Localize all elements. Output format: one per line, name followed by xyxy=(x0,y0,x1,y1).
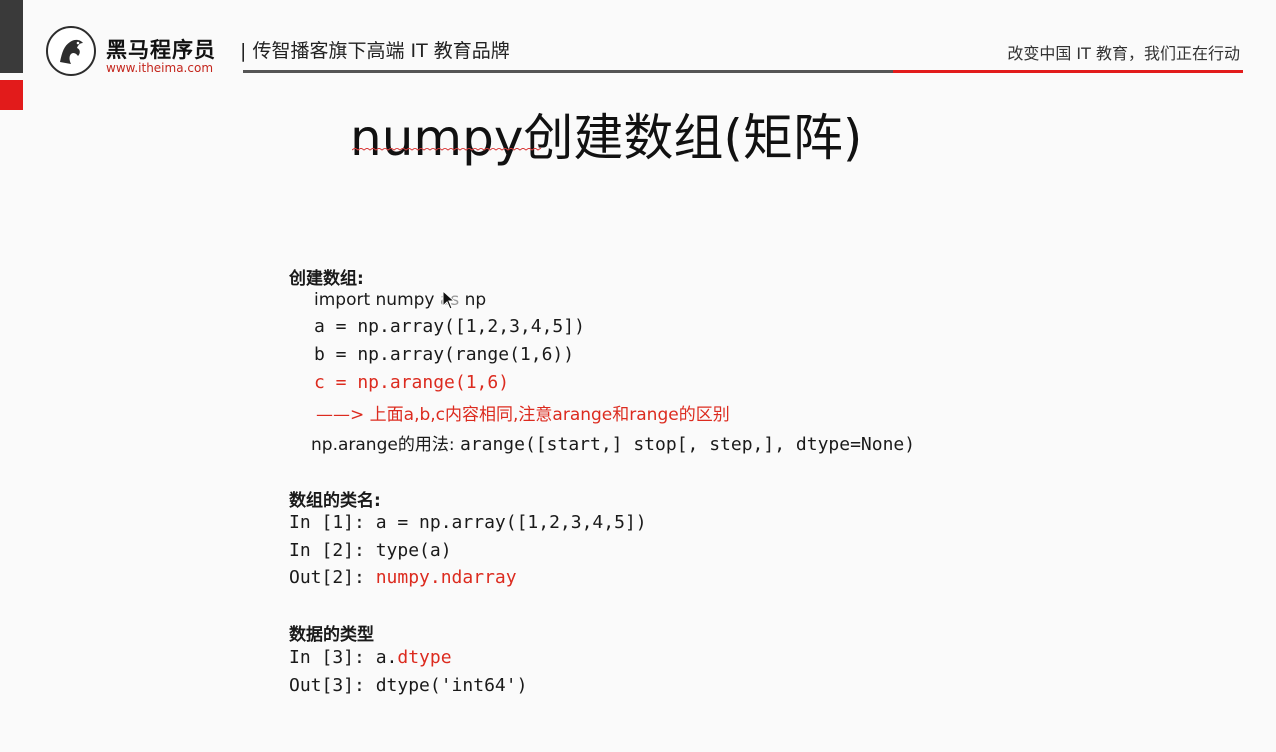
code-line-b: b = np.array(range(1,6)) xyxy=(314,344,575,365)
code-in1: In [1]: a = np.array([1,2,3,4,5]) xyxy=(289,512,647,533)
header-divider-dark xyxy=(243,70,893,73)
import-line: import numpy as np xyxy=(314,290,486,310)
arange-note: ——> 上面a,b,c内容相同,注意arange和range的区别 xyxy=(316,405,730,425)
brand-name: 黑马程序员 xyxy=(106,38,216,62)
spellcheck-underline xyxy=(352,148,542,151)
code-in2: In [2]: type(a) xyxy=(289,540,452,561)
import-prefix: import numpy xyxy=(314,290,440,310)
code-out2: Out[2]: numpy.ndarray xyxy=(289,567,517,588)
code-line-a: a = np.array([1,2,3,4,5]) xyxy=(314,316,585,337)
brand-url: www.itheima.com xyxy=(106,61,214,75)
arange-usage-label: np.arange的用法: xyxy=(311,435,460,455)
left-edge-red-bar xyxy=(0,80,23,110)
code-in3: In [3]: a.dtype xyxy=(289,647,452,668)
out2-label: Out[2]: xyxy=(289,567,376,588)
header-tagline: | 传智播客旗下高端 IT 教育品牌 xyxy=(240,40,510,62)
header-slogan: 改变中国 IT 教育，我们正在行动 xyxy=(1007,44,1240,63)
slide-title: numpy创建数组(矩阵) xyxy=(350,109,863,167)
arange-usage-line: np.arange的用法: arange([start,] stop[, ste… xyxy=(311,430,915,455)
header-divider-red xyxy=(893,70,1243,73)
logo-horse-icon xyxy=(46,26,96,76)
left-edge-dark-bar xyxy=(0,0,23,73)
code-line-c: c = np.arange(1,6) xyxy=(314,372,510,393)
arange-usage-signature: arange([start,] stop[, step,], dtype=Non… xyxy=(459,434,916,455)
section-heading-dtype: 数据的类型 xyxy=(289,625,374,645)
section-heading-create-array: 创建数组: xyxy=(289,269,364,289)
code-out3: Out[3]: dtype('int64') xyxy=(289,675,528,696)
in3-value: dtype xyxy=(397,647,452,668)
import-suffix: np xyxy=(459,290,487,310)
in3-label: In [3]: a. xyxy=(289,647,398,668)
mouse-cursor-icon xyxy=(442,290,456,310)
section-heading-class-name: 数组的类名: xyxy=(289,491,381,511)
out2-value: numpy.ndarray xyxy=(375,567,517,588)
